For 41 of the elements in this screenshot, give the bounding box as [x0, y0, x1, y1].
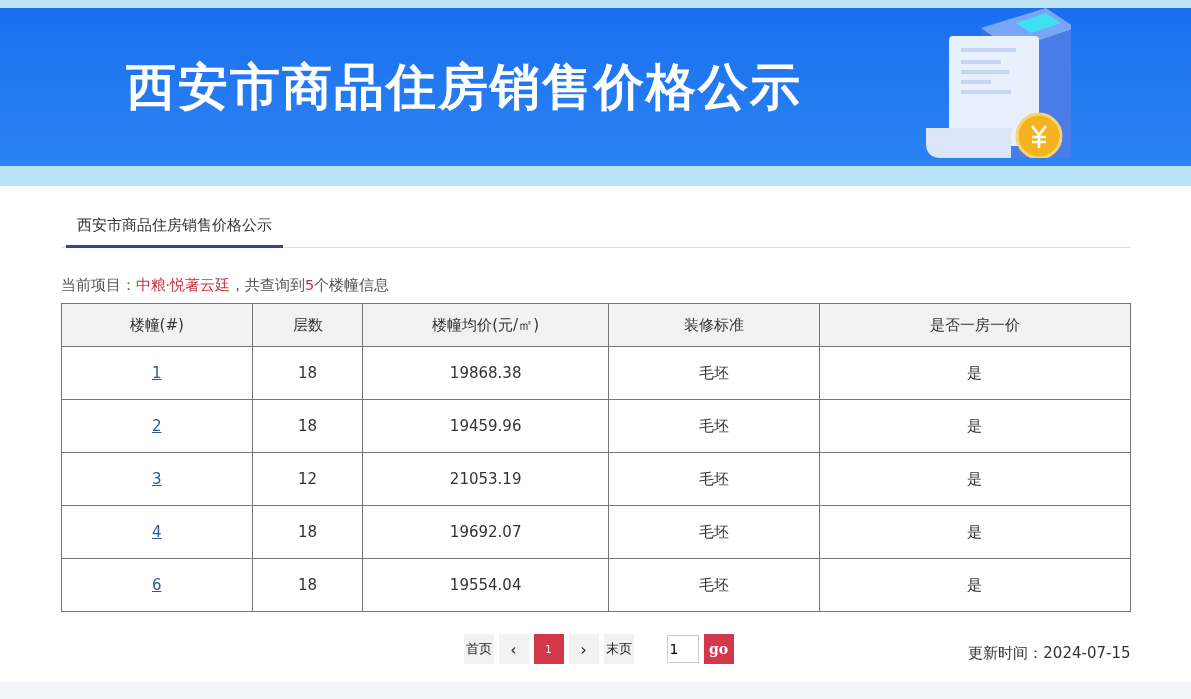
previous-page-button[interactable]: ‹ [498, 634, 529, 664]
table-cell: 19554.04 [362, 558, 609, 612]
table-cell: 毛坯 [608, 558, 820, 612]
table-cell: 18 [252, 399, 363, 453]
banner-title: 西安市商品住房销售价格公示 [126, 56, 802, 118]
tab[interactable]: 西安市商品住房销售价格公示 [65, 212, 283, 248]
table-cell: 18 [252, 346, 363, 400]
building-link[interactable]: 2 [151, 417, 162, 435]
page-input[interactable]: 1 [666, 635, 699, 663]
first-page-button[interactable]: 首页 [463, 634, 494, 664]
table-cell: 18 [252, 505, 363, 559]
table-cell: 是 [819, 346, 1130, 400]
building-link[interactable]: 6 [151, 576, 162, 594]
table-cell: 毛坯 [608, 399, 820, 453]
table-cell: 12 [252, 452, 363, 506]
building-link[interactable]: 1 [151, 364, 162, 382]
update-time: 更新时间：2024-07-15 [968, 643, 1131, 663]
building-link[interactable]: 3 [151, 470, 162, 488]
table-cell: 毛坯 [608, 452, 820, 506]
table-cell: 19692.07 [362, 505, 609, 559]
table-cell: 是 [819, 558, 1130, 612]
next-page-button[interactable]: › [568, 634, 599, 664]
column-header: 装修标准 [608, 303, 820, 347]
table-cell: 毛坯 [608, 346, 820, 400]
table-cell: 毛坯 [608, 505, 820, 559]
column-header: 是否一房一价 [819, 303, 1130, 347]
table-cell: 21053.19 [362, 452, 609, 506]
column-header: 层数 [252, 303, 363, 347]
column-header: 楼幢(#) [61, 303, 253, 347]
go-button[interactable]: go [703, 634, 734, 664]
table-cell: 是 [819, 505, 1130, 559]
project-summary: 当前项目：中粮·悦著云廷，共查询到5个楼幢信息 [60, 276, 391, 295]
table-cell: 19459.96 [362, 399, 609, 453]
column-header: 楼幢均价(元/㎡) [362, 303, 609, 347]
table-cell: 是 [819, 399, 1130, 453]
last-page-button[interactable]: 末页 [603, 634, 634, 664]
page-button[interactable]: 1 [533, 634, 564, 664]
building-link[interactable]: 4 [151, 523, 162, 541]
table-cell: 19868.38 [362, 346, 609, 400]
table-cell: 是 [819, 452, 1130, 506]
table-cell: 18 [252, 558, 363, 612]
